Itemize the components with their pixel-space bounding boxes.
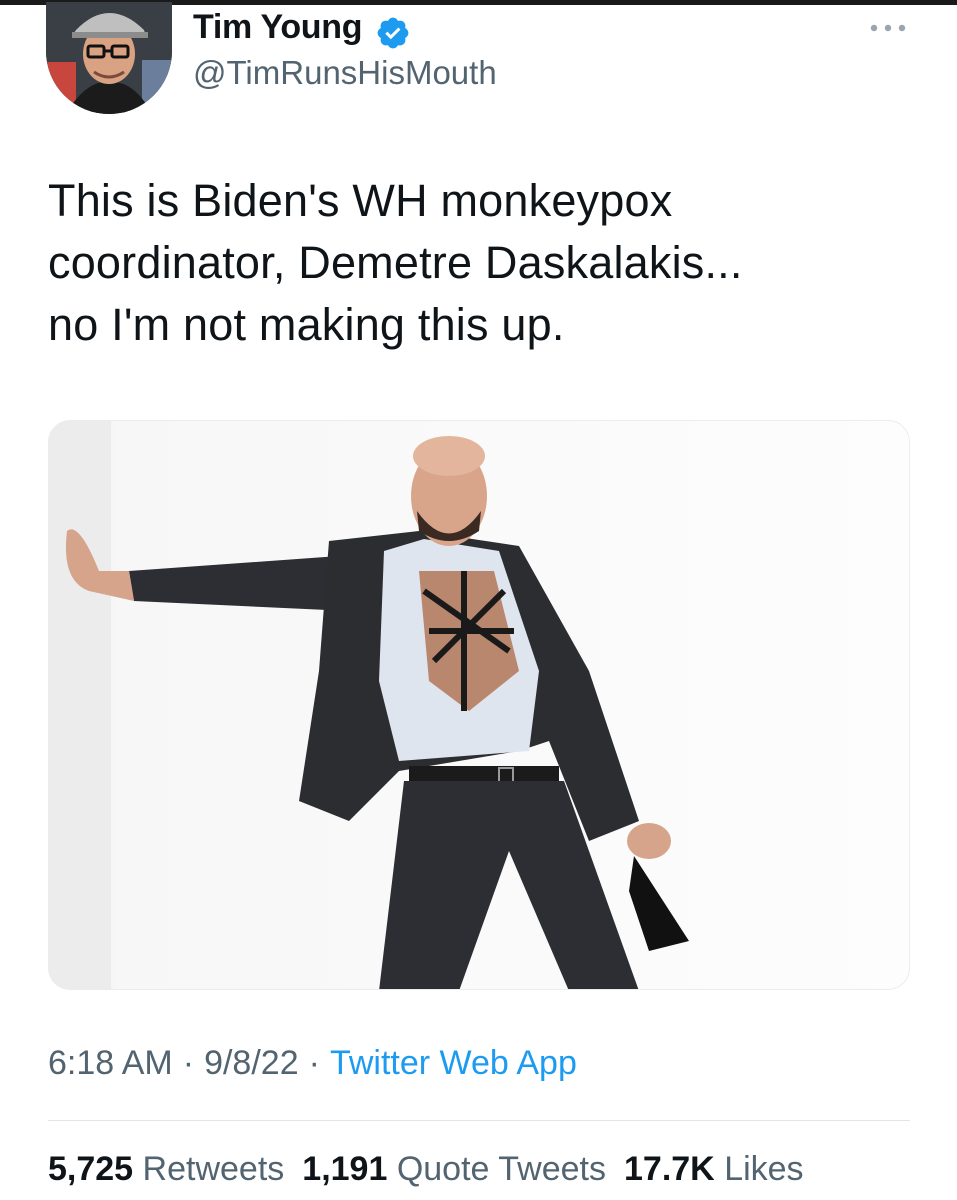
likes-label: Likes [724,1150,804,1188]
meta-separator: · [308,1044,320,1082]
author-display-name[interactable]: Tim Young [193,8,363,47]
verified-badge-icon [377,17,409,49]
retweets-count: 5,725 [48,1150,134,1188]
quote-tweets-count: 1,191 [302,1150,388,1188]
quote-tweets-stat[interactable]: 1,191 Quote Tweets [302,1150,606,1188]
tweet-source-link[interactable]: Twitter Web App [330,1044,577,1082]
likes-count: 17.7K [624,1150,715,1188]
tweet-photo[interactable] [48,420,910,990]
likes-stat[interactable]: 17.7K Likes [624,1150,804,1188]
tweet-text-line: no I'm not making this up. [48,299,565,350]
tweet-text-line: coordinator, Demetre Daskalakis... [48,237,743,288]
quote-tweets-label: Quote Tweets [396,1150,606,1188]
author-avatar[interactable] [46,2,172,114]
more-options-icon[interactable] [868,22,908,34]
tweet-time[interactable]: 6:18 AM [48,1044,173,1082]
retweets-stat[interactable]: 5,725 Retweets [48,1150,284,1188]
tweet-text: This is Biden's WH monkeypox coordinator… [48,170,908,356]
tweet-stats: 5,725 Retweets 1,191 Quote Tweets 17.7K Li… [48,1150,804,1189]
tweet-text-line: This is Biden's WH monkeypox [48,175,673,226]
tweet-metadata: 6:18 AM · 9/8/22 · Twitter Web App [48,1044,577,1083]
author-handle[interactable]: @TimRunsHisMouth [193,54,497,92]
retweets-label: Retweets [142,1150,285,1188]
tweet-date[interactable]: 9/8/22 [204,1044,299,1082]
stats-divider [48,1120,910,1121]
meta-separator: · [182,1044,195,1082]
